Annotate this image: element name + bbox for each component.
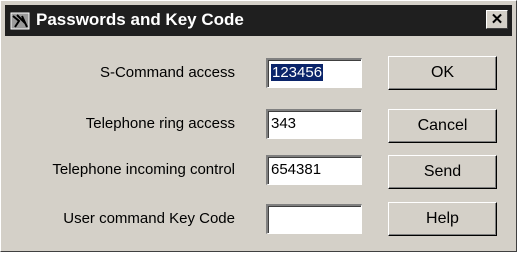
user-command-key-code-input[interactable]	[266, 204, 362, 234]
ok-button[interactable]: OK	[388, 56, 497, 90]
window-title: Passwords and Key Code	[36, 10, 244, 29]
send-button[interactable]: Send	[388, 155, 497, 189]
user-command-key-code-label: User command Key Code	[63, 210, 235, 227]
close-icon: ✕	[490, 11, 504, 28]
s-command-access-label: S-Command access	[99, 64, 235, 81]
app-icon	[10, 12, 30, 30]
dialog-window: Passwords and Key Code ✕ S-Command acces…	[0, 0, 517, 252]
telephone-ring-access-input[interactable]: 343	[266, 109, 362, 139]
telephone-ring-access-value: 343	[271, 115, 297, 132]
close-button[interactable]: ✕	[486, 10, 508, 29]
help-button[interactable]: Help	[388, 202, 497, 236]
title-bar[interactable]: Passwords and Key Code ✕	[5, 5, 512, 36]
telephone-incoming-control-label: Telephone incoming control	[52, 161, 235, 178]
s-command-access-value: 123456	[271, 64, 324, 81]
s-command-access-input[interactable]: 123456	[266, 58, 362, 88]
telephone-incoming-control-value: 654381	[271, 161, 322, 178]
telephone-ring-access-label: Telephone ring access	[85, 115, 235, 132]
telephone-incoming-control-input[interactable]: 654381	[266, 155, 362, 185]
cancel-button[interactable]: Cancel	[388, 109, 497, 143]
